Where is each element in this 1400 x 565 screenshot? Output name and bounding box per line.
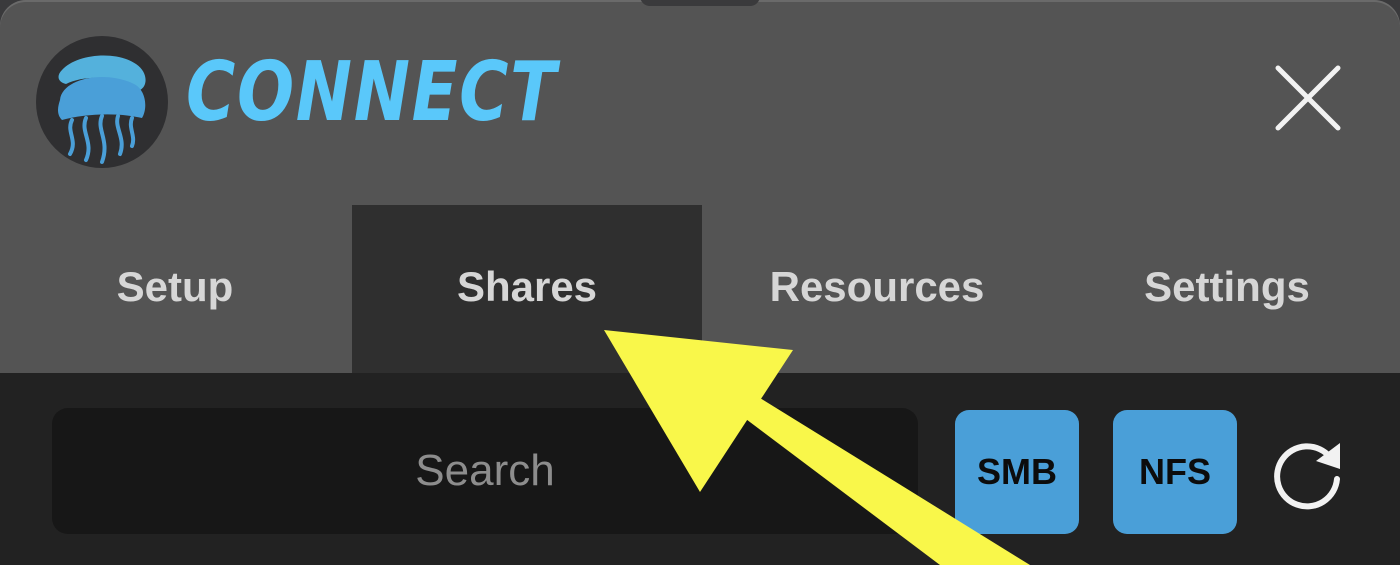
jellyfish-logo-icon: [36, 36, 168, 168]
close-icon: [1275, 65, 1341, 131]
tab-resources[interactable]: Resources: [702, 205, 1052, 373]
shares-toolbar: SMB NFS: [0, 373, 1400, 565]
search-input[interactable]: [52, 408, 918, 534]
app-window: CONNECT Setup Shares Resources Settings …: [0, 0, 1400, 565]
tab-label: Shares: [456, 263, 598, 310]
tab-label: Settings: [1144, 263, 1310, 310]
header: CONNECT: [0, 0, 1400, 205]
tab-shares[interactable]: Shares: [352, 205, 702, 373]
refresh-button[interactable]: [1270, 435, 1346, 511]
close-button[interactable]: [1268, 58, 1348, 138]
tab-label: Resources: [769, 263, 985, 310]
app-title: CONNECT: [186, 45, 558, 140]
tab-bar: Setup Shares Resources Settings: [0, 205, 1400, 373]
tab-settings[interactable]: Settings: [1052, 205, 1400, 373]
search-box: [52, 408, 918, 534]
nfs-button[interactable]: NFS: [1113, 410, 1237, 534]
tab-label: Setup: [116, 263, 234, 310]
tab-setup[interactable]: Setup: [0, 205, 350, 373]
refresh-icon: [1274, 443, 1340, 510]
smb-button[interactable]: SMB: [955, 410, 1079, 534]
